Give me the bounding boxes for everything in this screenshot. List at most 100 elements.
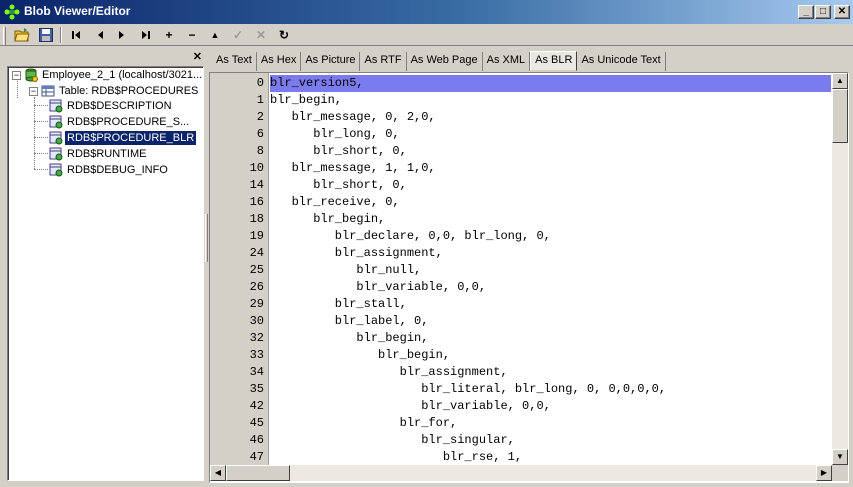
line-number: 18 <box>249 212 264 226</box>
line-number: 46 <box>249 433 264 447</box>
toolbar-separator <box>60 27 62 43</box>
code-line[interactable]: blr_assignment, <box>270 245 831 262</box>
save-button[interactable] <box>36 26 56 44</box>
scroll-down-button[interactable]: ▼ <box>832 449 848 465</box>
vertical-scrollbar[interactable]: ▲ ▼ <box>832 73 848 465</box>
code-line[interactable]: blr_declare, 0,0, blr_long, 0, <box>270 228 831 245</box>
field-tree[interactable]: − Employee_2_1 (localhost/3021... − Tabl… <box>7 66 204 481</box>
edit-record-button[interactable]: ▲ <box>205 26 225 44</box>
next-record-button[interactable] <box>112 26 132 44</box>
tree-field-label: RDB$PROCEDURE_BLR <box>63 130 198 146</box>
code-line[interactable]: blr_begin, <box>270 347 831 364</box>
tab-as-unicode-text[interactable]: As Unicode Text <box>577 52 666 71</box>
code-line[interactable]: blr_short, 0, <box>270 143 831 160</box>
line-number: 26 <box>249 280 264 294</box>
code-line[interactable]: blr_message, 1, 1,0, <box>270 160 831 177</box>
save-disk-icon <box>39 28 53 42</box>
scrollbar-corner <box>832 465 848 481</box>
tree-connector <box>34 105 48 106</box>
vertical-scroll-thumb[interactable] <box>832 89 848 143</box>
line-number: 32 <box>249 331 264 345</box>
cancel-edit-button[interactable]: ✕ <box>251 26 271 44</box>
line-number: 19 <box>249 229 264 243</box>
tree-field-item-selected[interactable]: RDB$PROCEDURE_BLR <box>49 130 198 146</box>
tab-as-text[interactable]: As Text <box>212 52 257 71</box>
code-line[interactable]: blr_variable, 0,0, <box>270 398 831 415</box>
close-button[interactable]: ✕ <box>834 5 850 19</box>
line-number: 16 <box>249 195 264 209</box>
horizontal-scroll-thumb[interactable] <box>226 465 290 481</box>
delete-record-button[interactable]: − <box>182 26 202 44</box>
tree-connector <box>34 97 35 169</box>
first-record-button[interactable] <box>66 26 86 44</box>
tab-as-hex[interactable]: As Hex <box>257 52 302 71</box>
code-line[interactable]: blr_assignment, <box>270 364 831 381</box>
code-area[interactable]: blr_version5, blr_begin, blr_message, 0, … <box>270 73 831 465</box>
last-record-button[interactable] <box>136 26 156 44</box>
tree-node-label: Table: RDB$PROCEDURES <box>59 85 199 97</box>
code-line[interactable]: blr_begin, <box>270 211 831 228</box>
tree-field-label: RDB$RUNTIME <box>67 148 147 160</box>
code-line[interactable]: blr_label, 0, <box>270 313 831 330</box>
open-button[interactable] <box>12 26 32 44</box>
code-line[interactable]: blr_stall, <box>270 296 831 313</box>
tab-as-xml[interactable]: As XML <box>483 52 531 71</box>
code-line[interactable]: blr_rse, 1, <box>270 449 831 465</box>
code-line[interactable]: blr_null, <box>270 262 831 279</box>
maximize-button[interactable]: □ <box>815 5 831 19</box>
scroll-up-button[interactable]: ▲ <box>832 73 848 89</box>
tree-connector <box>17 81 18 98</box>
collapse-icon[interactable]: − <box>29 86 38 96</box>
collapse-icon[interactable]: − <box>12 70 21 80</box>
tree-connector <box>34 121 48 122</box>
code-line[interactable]: blr_begin, <box>270 330 831 347</box>
blr-editor[interactable]: 0 1 2 6 8 10 14 16 18 19 24 25 26 29 30 32 33 34 35 42 45 46 4… <box>209 72 849 483</box>
tab-as-picture[interactable]: As Picture <box>301 52 361 71</box>
tree-field-label: RDB$DESCRIPTION <box>67 100 172 112</box>
code-line-current[interactable]: blr_version5, <box>270 75 831 92</box>
scroll-left-button[interactable]: ◀ <box>210 465 226 481</box>
tree-node-database[interactable]: − Employee_2_1 (localhost/3021... <box>12 67 203 83</box>
post-edit-button[interactable]: ✓ <box>228 26 248 44</box>
toolbar-grip[interactable] <box>3 27 6 45</box>
code-line[interactable]: blr_long, 0, <box>270 126 831 143</box>
code-line[interactable]: blr_for, <box>270 415 831 432</box>
tree-field-item[interactable]: RDB$DESCRIPTION <box>49 98 174 114</box>
insert-record-button[interactable]: + <box>159 26 179 44</box>
splitter-grip[interactable] <box>205 214 208 262</box>
scroll-right-button[interactable]: ▶ <box>816 465 832 481</box>
open-folder-icon <box>14 28 30 42</box>
refresh-button[interactable]: ↻ <box>274 26 294 44</box>
code-line[interactable]: blr_variable, 0,0, <box>270 279 831 296</box>
line-number: 8 <box>256 144 264 158</box>
tree-field-item[interactable]: RDB$RUNTIME <box>49 146 148 162</box>
horizontal-scrollbar[interactable]: ◀ ▶ <box>210 465 832 481</box>
blob-field-icon <box>49 163 63 177</box>
line-number: 29 <box>249 297 264 311</box>
code-line[interactable]: blr_receive, 0, <box>270 194 831 211</box>
title-bar[interactable]: Blob Viewer/Editor _ □ ✕ <box>0 0 853 24</box>
tree-node-table[interactable]: − Table: RDB$PROCEDURES <box>29 83 200 99</box>
window-title: Blob Viewer/Editor <box>24 4 131 18</box>
tree-field-item[interactable]: RDB$PROCEDURE_S... <box>49 114 191 130</box>
blob-field-icon <box>49 147 63 161</box>
line-number: 6 <box>256 127 264 141</box>
line-number: 25 <box>249 263 264 277</box>
minimize-button[interactable]: _ <box>798 5 814 19</box>
code-line[interactable]: blr_literal, blr_long, 0, 0,0,0,0, <box>270 381 831 398</box>
code-line[interactable]: blr_singular, <box>270 432 831 449</box>
blob-field-icon <box>49 115 63 129</box>
left-panel-header: ✕ <box>4 50 204 64</box>
prior-record-button[interactable] <box>90 26 110 44</box>
tab-as-rtf[interactable]: As RTF <box>360 52 407 71</box>
line-number: 34 <box>249 365 264 379</box>
line-number: 30 <box>249 314 264 328</box>
code-line[interactable]: blr_message, 0, 2,0, <box>270 109 831 126</box>
code-line[interactable]: blr_begin, <box>270 92 831 109</box>
tab-as-web-page[interactable]: As Web Page <box>407 52 483 71</box>
tab-as-blr[interactable]: As BLR <box>530 51 578 71</box>
next-icon <box>119 31 124 39</box>
close-panel-icon[interactable]: ✕ <box>193 50 202 63</box>
tree-field-item[interactable]: RDB$DEBUG_INFO <box>49 162 170 178</box>
code-line[interactable]: blr_short, 0, <box>270 177 831 194</box>
